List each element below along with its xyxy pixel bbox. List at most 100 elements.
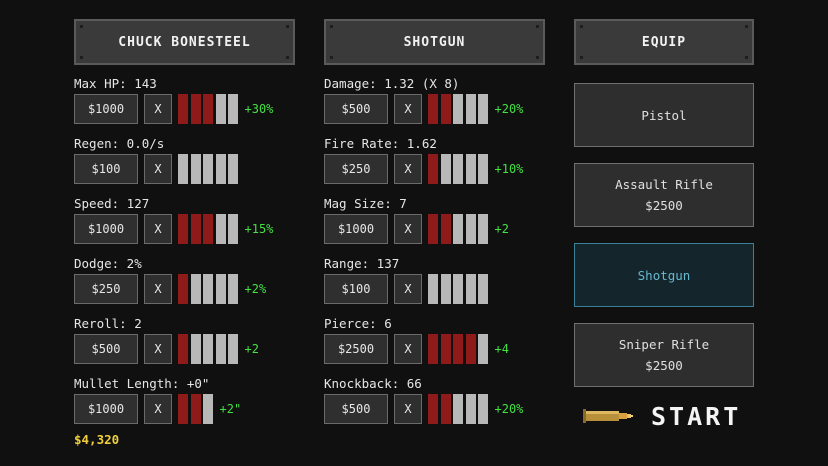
upgrade-level-bar bbox=[178, 274, 241, 304]
remove-upgrade-button[interactable]: X bbox=[394, 274, 422, 304]
upgrade-pip-empty bbox=[228, 94, 238, 124]
upgrade-pip-filled bbox=[465, 334, 476, 364]
equip-assault-rifle-button[interactable]: Assault Rifle $2500 bbox=[574, 163, 754, 227]
stat-label: Mullet Length: +0" bbox=[74, 376, 210, 391]
character-stat: Mullet Length: +0" $1000 X +2" bbox=[74, 376, 273, 436]
character-stat: Dodge: 2% $250 X +2% bbox=[74, 256, 273, 316]
buy-upgrade-button[interactable]: $250 bbox=[74, 274, 138, 304]
equip-shotgun-button[interactable]: Shotgun bbox=[574, 243, 754, 307]
upgrade-pip-filled bbox=[440, 94, 451, 124]
buy-upgrade-button[interactable]: $250 bbox=[324, 154, 388, 184]
remove-upgrade-button[interactable]: X bbox=[394, 334, 422, 364]
upgrade-level-bar bbox=[428, 394, 491, 424]
upgrade-pip-empty bbox=[478, 94, 488, 124]
equip-item-name: Sniper Rifle bbox=[618, 337, 710, 352]
stat-bonus: +20% bbox=[494, 402, 524, 416]
weapon-stats-panel: Damage: 1.32 (X 8) $500 X +20% Fire Rate: 1.… bbox=[324, 76, 523, 436]
stat-bonus: +2 bbox=[244, 342, 259, 356]
upgrade-pip-empty bbox=[478, 334, 488, 364]
rivet-icon bbox=[745, 25, 748, 28]
upgrade-pip-empty bbox=[465, 394, 476, 424]
buy-upgrade-button[interactable]: $500 bbox=[74, 334, 138, 364]
remove-upgrade-button[interactable]: X bbox=[144, 154, 172, 184]
stat-bonus: +4 bbox=[494, 342, 509, 356]
upgrade-pip-empty bbox=[453, 94, 463, 124]
stat-bonus: +30% bbox=[244, 102, 274, 116]
stat-controls: $1000 X +15% bbox=[74, 214, 273, 244]
upgrade-pip-filled bbox=[190, 394, 201, 424]
upgrade-pip-empty bbox=[465, 274, 476, 304]
upgrade-level-bar bbox=[178, 94, 241, 124]
upgrade-pip-empty bbox=[215, 214, 226, 244]
equip-item-price: $2500 bbox=[645, 198, 683, 213]
upgrade-pip-empty bbox=[228, 334, 238, 364]
upgrade-pip-empty bbox=[465, 94, 476, 124]
buy-upgrade-button[interactable]: $500 bbox=[324, 94, 388, 124]
remove-upgrade-button[interactable]: X bbox=[144, 394, 172, 424]
buy-upgrade-button[interactable]: $100 bbox=[324, 274, 388, 304]
character-stat: Regen: 0.0/s $100 X bbox=[74, 136, 273, 196]
buy-upgrade-button[interactable]: $500 bbox=[324, 394, 388, 424]
buy-upgrade-button[interactable]: $1000 bbox=[74, 214, 138, 244]
stat-controls: $1000 X +2 bbox=[324, 214, 523, 244]
stat-bonus: +20% bbox=[494, 102, 524, 116]
equip-pistol-button[interactable]: Pistol bbox=[574, 83, 754, 147]
rivet-icon bbox=[80, 25, 83, 28]
stat-label: Mag Size: 7 bbox=[324, 196, 407, 211]
stat-controls: $100 X bbox=[74, 154, 273, 184]
upgrade-pip-filled bbox=[178, 334, 188, 364]
remove-upgrade-button[interactable]: X bbox=[144, 274, 172, 304]
weapon-name: SHOTGUN bbox=[403, 34, 466, 50]
upgrade-pip-filled bbox=[203, 94, 213, 124]
upgrade-pip-filled bbox=[428, 154, 438, 184]
upgrade-pip-filled bbox=[178, 94, 188, 124]
stat-controls: $100 X bbox=[324, 274, 523, 304]
start-button[interactable]: START bbox=[583, 400, 741, 432]
weapon-stat: Range: 137 $100 X bbox=[324, 256, 523, 316]
stat-label: Regen: 0.0/s bbox=[74, 136, 165, 151]
character-stat: Speed: 127 $1000 X +15% bbox=[74, 196, 273, 256]
upgrade-pip-filled bbox=[190, 94, 201, 124]
remove-upgrade-button[interactable]: X bbox=[144, 214, 172, 244]
stat-bonus: +10% bbox=[494, 162, 524, 176]
upgrade-pip-filled bbox=[440, 214, 451, 244]
remove-upgrade-button[interactable]: X bbox=[144, 94, 172, 124]
buy-upgrade-button[interactable]: $1000 bbox=[324, 214, 388, 244]
weapon-stat: Damage: 1.32 (X 8) $500 X +20% bbox=[324, 76, 523, 136]
rivet-icon bbox=[330, 56, 333, 59]
stat-bonus: +15% bbox=[244, 222, 274, 236]
money-display: $4,320 bbox=[74, 432, 120, 447]
upgrade-pip-empty bbox=[453, 214, 463, 244]
rivet-icon bbox=[330, 25, 333, 28]
equip-item-name: Assault Rifle bbox=[615, 177, 713, 192]
equip-item-name: Pistol bbox=[641, 107, 687, 123]
remove-upgrade-button[interactable]: X bbox=[394, 214, 422, 244]
rivet-icon bbox=[536, 56, 539, 59]
upgrade-pip-empty bbox=[178, 154, 188, 184]
weapon-stat: Mag Size: 7 $1000 X +2 bbox=[324, 196, 523, 256]
remove-upgrade-button[interactable]: X bbox=[394, 154, 422, 184]
upgrade-pip-empty bbox=[428, 274, 438, 304]
upgrade-level-bar bbox=[428, 94, 491, 124]
upgrade-level-bar bbox=[428, 214, 491, 244]
stat-label: Fire Rate: 1.62 bbox=[324, 136, 437, 151]
upgrade-pip-empty bbox=[190, 334, 201, 364]
upgrade-level-bar bbox=[178, 214, 241, 244]
upgrade-pip-empty bbox=[478, 154, 488, 184]
upgrade-pip-empty bbox=[203, 154, 213, 184]
upgrade-level-bar bbox=[428, 334, 491, 364]
equip-header: EQUIP bbox=[574, 19, 754, 65]
upgrade-pip-filled bbox=[190, 214, 201, 244]
remove-upgrade-button[interactable]: X bbox=[394, 394, 422, 424]
upgrade-pip-filled bbox=[428, 94, 438, 124]
upgrade-pip-empty bbox=[228, 154, 238, 184]
remove-upgrade-button[interactable]: X bbox=[144, 334, 172, 364]
upgrade-pip-empty bbox=[453, 394, 463, 424]
buy-upgrade-button[interactable]: $100 bbox=[74, 154, 138, 184]
buy-upgrade-button[interactable]: $1000 bbox=[74, 94, 138, 124]
buy-upgrade-button[interactable]: $1000 bbox=[74, 394, 138, 424]
upgrade-pip-empty bbox=[203, 394, 213, 424]
buy-upgrade-button[interactable]: $2500 bbox=[324, 334, 388, 364]
equip-sniper-rifle-button[interactable]: Sniper Rifle $2500 bbox=[574, 323, 754, 387]
remove-upgrade-button[interactable]: X bbox=[394, 94, 422, 124]
